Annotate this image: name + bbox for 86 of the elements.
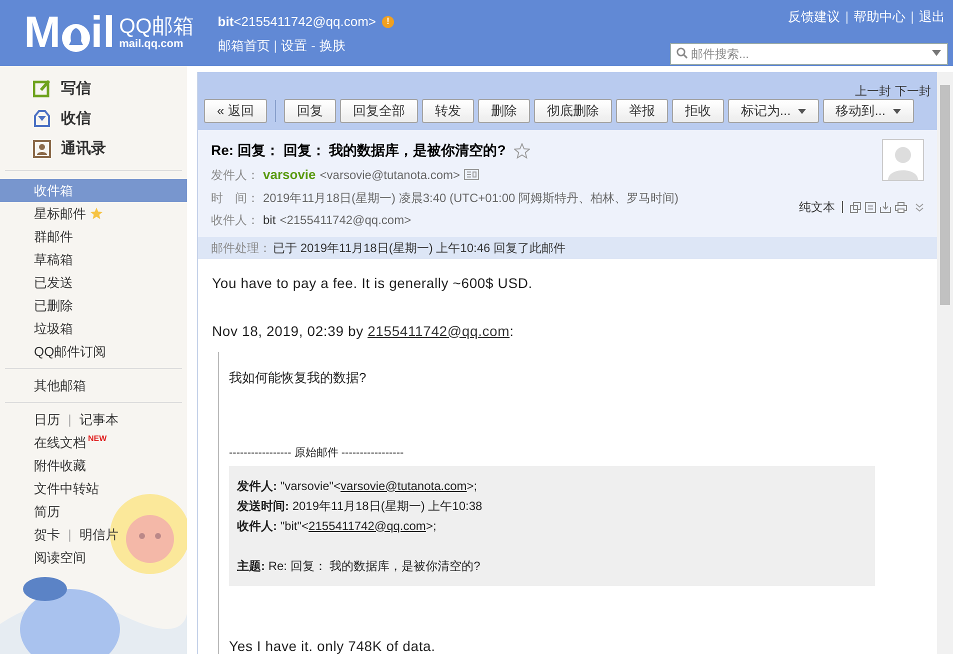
message-text: Yes I have it. only 748K of data. xyxy=(229,636,436,654)
download-icon[interactable] xyxy=(880,202,891,212)
new-window-icon[interactable] xyxy=(850,202,861,212)
folder-item[interactable]: 已发送 xyxy=(0,271,187,294)
divider-text: ----------------- 原始邮件 ----------------- xyxy=(229,446,405,461)
email-subject: Re: 回复： 回复： 我的数据库，是被你清空的? xyxy=(211,141,506,160)
toolbar-button[interactable]: 回复 xyxy=(284,99,336,123)
status-text: 已于 2019年11月18日(星期一) 上午10:46 回复了此邮件 xyxy=(273,240,566,256)
sidebar-link[interactable]: 简历 xyxy=(34,502,60,522)
sidebar-action[interactable]: 收信 xyxy=(0,104,187,134)
header-line: 主题: Re: 回复： 我的数据库，是被你清空的? xyxy=(237,558,482,574)
caret-icon[interactable] xyxy=(932,50,941,56)
folder-item[interactable]: 星标邮件 xyxy=(0,202,187,225)
email-address: <2155411742@qq.com> xyxy=(280,212,412,228)
sidebar-link[interactable]: 阅读空间 xyxy=(34,548,86,568)
toolbar-button[interactable]: 拒收 xyxy=(672,99,724,123)
header-line: 发送时间: 2019年11月18日(星期一) 上午10:38 xyxy=(237,498,484,514)
separator: | xyxy=(274,36,278,55)
caret-icon xyxy=(798,108,806,114)
domain-text: mail.qq.com xyxy=(119,39,184,50)
search-icon xyxy=(676,46,688,58)
field-label: 时 间： xyxy=(211,190,259,206)
date-time: 2019年11月18日(星期一) 凌晨3:40 (UTC+01:00 阿姆斯特丹、柏林、罗马时间) xyxy=(263,190,679,206)
toolbar-button[interactable]: 举报 xyxy=(616,99,668,123)
caret-icon xyxy=(892,108,901,114)
search-field[interactable]: 邮件搜索... xyxy=(670,42,948,64)
new-label: NEW xyxy=(88,433,107,445)
separator: | xyxy=(68,526,72,544)
sidebar-link[interactable]: 明信片 xyxy=(79,524,118,544)
nav-link[interactable]: 下一封 xyxy=(895,82,931,98)
toolbar-button[interactable]: 转发 xyxy=(422,99,474,123)
quote-intro: Nov 18, 2019, 02:39 by 2155411742@qq.com: xyxy=(212,322,515,341)
sidebar-link[interactable]: 贺卡 xyxy=(34,524,60,544)
folder-item[interactable]: 草稿箱 xyxy=(0,248,187,271)
separator: | xyxy=(845,8,849,26)
sidebar-link[interactable]: 在线文档 xyxy=(34,432,86,452)
folder-item[interactable]: 已删除 xyxy=(0,294,187,317)
header-line: 发件人: "varsovie"<varsovie@tutanota.com>; xyxy=(237,478,478,494)
nav-link[interactable]: 上一封 xyxy=(855,82,891,98)
scrollbar-thumb[interactable] xyxy=(940,85,950,305)
compose-icon xyxy=(33,80,51,98)
brand-name: QQ邮箱 xyxy=(119,16,194,37)
contacts-icon xyxy=(33,140,51,158)
star-icon xyxy=(90,207,103,220)
field-label: 发件人： xyxy=(211,166,259,184)
chevron-down-icon[interactable] xyxy=(915,202,924,212)
message-text: You have to pay a fee. It is generally ~600$ USD. xyxy=(212,274,534,293)
person-name: bit xyxy=(263,212,276,228)
scrollbar[interactable] xyxy=(937,72,953,654)
email-address: <varsovie@tutanota.com> xyxy=(320,166,460,184)
folder-item[interactable]: 其他邮箱 xyxy=(0,374,187,397)
toolbar-button[interactable]: 彻底删除 xyxy=(534,99,612,123)
separator: | xyxy=(910,8,914,26)
email-link[interactable]: 2155411742@qq.com xyxy=(308,518,426,532)
separator: | xyxy=(68,410,72,429)
toolbar-button[interactable]: 删除 xyxy=(478,99,530,123)
toolbar-button[interactable]: 回复全部 xyxy=(340,99,418,123)
sidebar-link[interactable]: 附件收藏 xyxy=(34,456,86,476)
contact-card-icon[interactable] xyxy=(464,169,480,180)
mail-logo: M il xyxy=(24,11,116,55)
plain-text-link[interactable]: 纯文本 xyxy=(799,198,835,216)
message-text: 我如何能恢复我的数据? xyxy=(229,368,368,386)
back-button[interactable]: « 返回 xyxy=(204,99,267,123)
email-link[interactable]: varsovie@tutanota.com xyxy=(340,478,467,492)
sidebar-action[interactable]: 写信 xyxy=(0,74,187,104)
separator: - xyxy=(311,36,316,54)
email-link[interactable]: 2155411742@qq.com xyxy=(368,322,510,338)
folder-item[interactable]: 群邮件 xyxy=(0,225,187,248)
header-line: 收件人: "bit"<2155411742@qq.com>; xyxy=(237,518,438,534)
sidebar-link[interactable]: 日历 xyxy=(34,410,60,430)
star-icon[interactable] xyxy=(514,142,530,158)
account-name: bit<2155411742@qq.com> xyxy=(218,13,376,31)
sidebar-action[interactable]: 通讯录 xyxy=(0,134,187,164)
print-icon[interactable] xyxy=(895,202,907,212)
field-label: 邮件处理： xyxy=(211,240,271,256)
toolbar-button[interactable]: 移动到... xyxy=(822,99,914,123)
field-label: 收件人： xyxy=(211,212,259,228)
sidebar-link[interactable]: 记事本 xyxy=(79,410,118,430)
folder-item[interactable]: 垃圾箱 xyxy=(0,317,187,340)
person-name: varsovie xyxy=(263,166,316,184)
avatar-placeholder xyxy=(882,139,924,181)
inbox-icon xyxy=(33,110,51,128)
sidebar-link[interactable]: 文件中转站 xyxy=(34,478,99,498)
folder-item[interactable]: QQ邮件订阅 xyxy=(0,340,187,363)
toolbar-button[interactable]: 标记为... xyxy=(728,99,819,123)
document-icon[interactable] xyxy=(865,202,876,212)
